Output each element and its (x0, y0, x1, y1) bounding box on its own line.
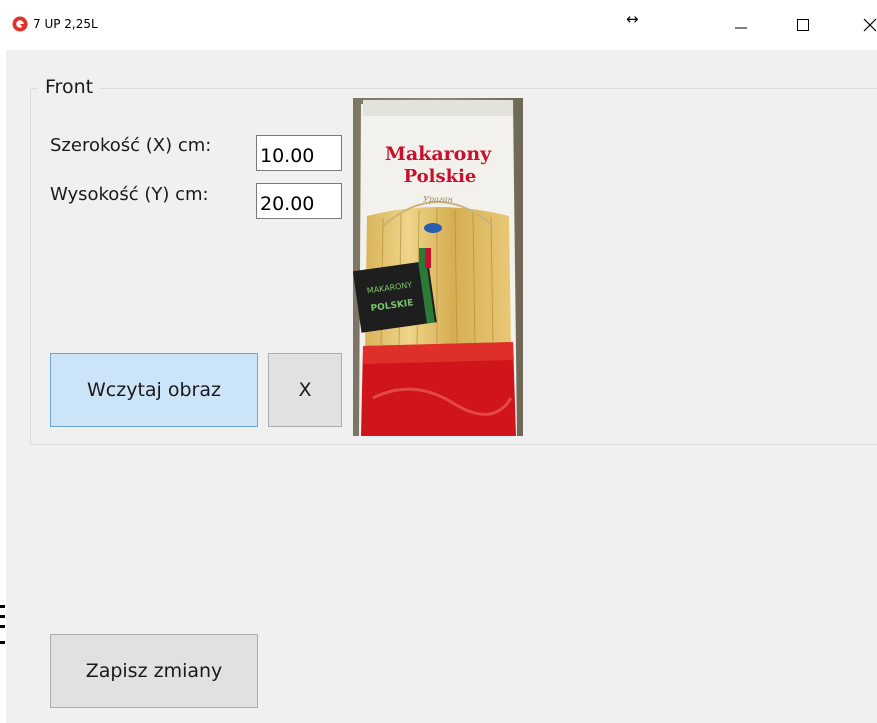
client-area: Front Szerokość (X) cm: Wysokość (Y) cm:… (6, 50, 877, 723)
title-bar[interactable]: 7 UP 2,25L ↔ (0, 0, 877, 50)
clear-image-button[interactable]: X (268, 353, 342, 427)
width-input[interactable] (256, 135, 342, 171)
edge-artifact (0, 605, 5, 644)
product-photo: Makarony Polskie Ураган MAKARONY POLSKIE (353, 98, 523, 436)
maximize-button[interactable] (778, 0, 828, 50)
window-title: 7 UP 2,25L (33, 17, 98, 31)
save-changes-button[interactable]: Zapisz zmiany (50, 634, 258, 708)
height-label: Wysokość (Y) cm: (50, 184, 209, 205)
app-window: 7 UP 2,25L ↔ Front Szerokość (X) cm: Wys… (0, 0, 877, 723)
image-preview: Makarony Polskie Ураган MAKARONY POLSKIE (353, 98, 523, 436)
height-input[interactable] (256, 183, 342, 219)
close-button[interactable] (845, 0, 877, 50)
minimize-button[interactable] (716, 0, 766, 50)
bag-brand-line1: Makarony (385, 143, 492, 165)
minimize-icon (735, 27, 747, 29)
bag-brand-line2: Polskie (404, 166, 477, 187)
bag-sub-line: Ураган (423, 195, 453, 204)
width-label: Szerokość (X) cm: (50, 135, 212, 156)
front-group-title: Front (38, 76, 101, 98)
load-image-button[interactable]: Wczytaj obraz (50, 353, 258, 427)
maximize-icon (797, 19, 809, 31)
app-icon (12, 16, 28, 32)
resize-arrow-icon: ↔ (626, 10, 639, 28)
close-icon (863, 18, 877, 32)
